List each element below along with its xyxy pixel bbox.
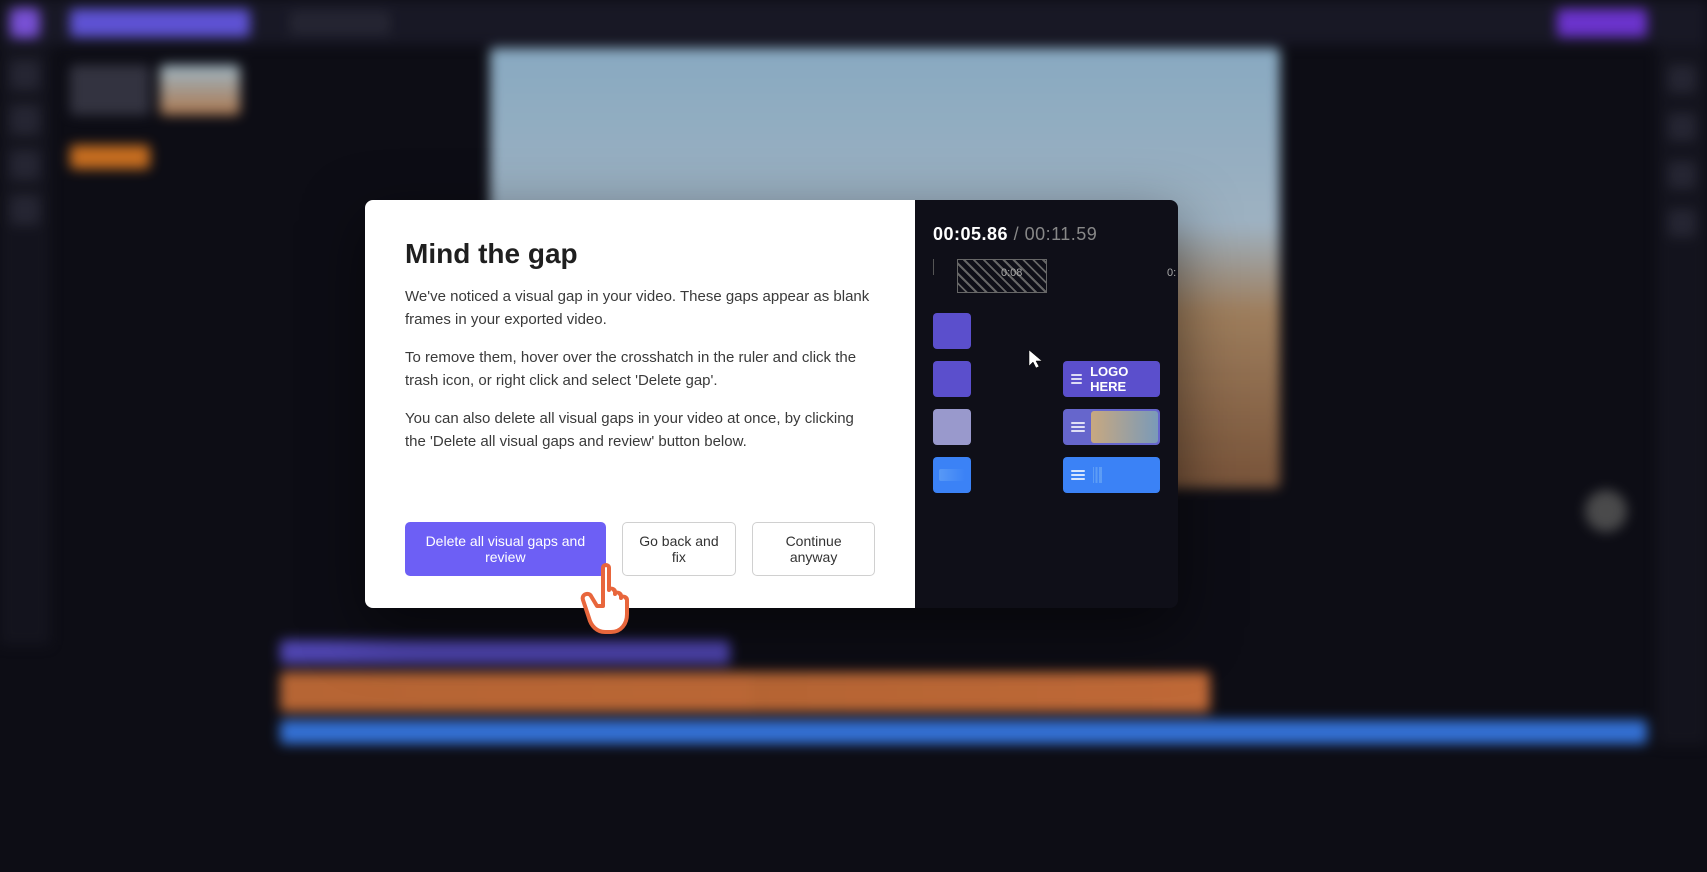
bg-media-thumb xyxy=(160,65,240,115)
demo-clip-stub xyxy=(933,313,971,349)
time-separator: / xyxy=(1008,224,1025,244)
bg-media-thumb xyxy=(70,145,150,169)
clip-grip-icon xyxy=(1071,374,1082,384)
bg-media-thumb xyxy=(70,65,150,115)
bg-timeline-clip xyxy=(750,672,1210,712)
bg-timeline xyxy=(280,640,1647,780)
time-current: 00:05.86 xyxy=(933,224,1008,244)
cursor-arrow-icon xyxy=(1027,348,1045,370)
timeline-ruler: 0:08 0: xyxy=(933,259,1160,293)
bg-tool-icon xyxy=(10,60,40,90)
mind-the-gap-modal: Mind the gap We've noticed a visual gap … xyxy=(365,200,1178,608)
clip-grip-icon xyxy=(1071,470,1085,480)
modal-demo-panel: 00:05.86 / 00:11.59 0:08 0: LOGO HERE xyxy=(915,200,1178,608)
bg-export-button xyxy=(1557,9,1647,37)
ruler-tick-label: 0: xyxy=(1167,267,1176,279)
bg-tool-icon xyxy=(10,150,40,180)
bg-property-icon xyxy=(1668,161,1696,189)
bg-tab xyxy=(290,11,390,35)
hand-pointer-icon xyxy=(577,558,649,642)
bg-timeline-clip xyxy=(280,720,1647,744)
demo-video-thumbnail xyxy=(1091,411,1158,443)
demo-track-row xyxy=(933,313,1160,349)
demo-logo-clip-label: LOGO HERE xyxy=(1090,364,1152,394)
bg-topbar xyxy=(0,0,1707,45)
demo-audio-clip[interactable] xyxy=(1063,457,1160,493)
bg-property-icon xyxy=(1668,209,1696,237)
bg-property-icon xyxy=(1668,65,1696,93)
demo-clip-stub xyxy=(933,457,971,493)
modal-title: Mind the gap xyxy=(405,238,875,270)
bg-media-panel xyxy=(60,55,260,635)
bg-tool-icon xyxy=(10,105,40,135)
delete-all-gaps-button[interactable]: Delete all visual gaps and review xyxy=(405,522,606,576)
demo-track-row xyxy=(933,409,1160,445)
modal-paragraph-1: We've noticed a visual gap in your video… xyxy=(405,286,875,331)
bg-property-icon xyxy=(1668,113,1696,141)
clip-grip-icon xyxy=(1071,422,1085,432)
time-display: 00:05.86 / 00:11.59 xyxy=(933,224,1160,245)
demo-logo-clip[interactable]: LOGO HERE xyxy=(1063,361,1160,397)
bg-timeline-clip xyxy=(280,640,730,664)
demo-track-row: LOGO HERE xyxy=(933,361,1160,397)
demo-audio-waveform xyxy=(1093,467,1154,483)
time-total: 00:11.59 xyxy=(1025,224,1098,244)
modal-paragraph-3: You can also delete all visual gaps in y… xyxy=(405,408,875,453)
demo-clip-stub xyxy=(933,409,971,445)
demo-video-clip[interactable] xyxy=(1063,409,1160,445)
bg-tool-icon xyxy=(10,195,40,225)
modal-content-panel: Mind the gap We've noticed a visual gap … xyxy=(365,200,915,608)
continue-anyway-button[interactable]: Continue anyway xyxy=(752,522,875,576)
modal-paragraph-2: To remove them, hover over the crosshatc… xyxy=(405,347,875,392)
bg-right-toolbar xyxy=(1657,45,1707,745)
ruler-tick-label: 0:08 xyxy=(1001,267,1022,279)
bg-logo xyxy=(10,8,40,38)
bg-menu-pill xyxy=(70,9,250,37)
bg-left-toolbar xyxy=(0,45,50,645)
demo-track-row xyxy=(933,457,1160,493)
bg-user-avatar xyxy=(1585,490,1627,532)
demo-clip-stub xyxy=(933,361,971,397)
ruler-tick-mark xyxy=(933,259,934,275)
